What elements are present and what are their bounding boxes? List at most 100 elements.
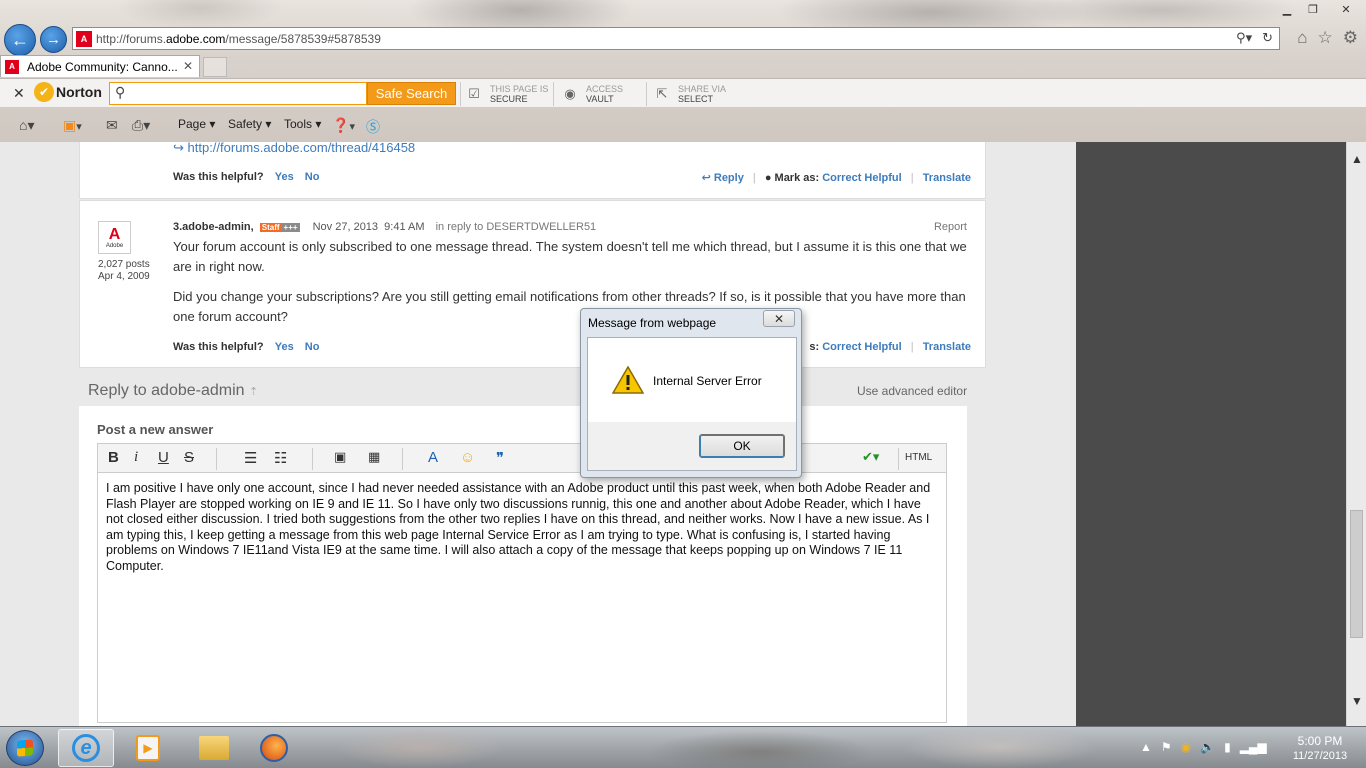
vault-icon: ◉ (564, 85, 576, 101)
mark-helpful-link[interactable]: Helpful (864, 341, 901, 353)
action-center-flag-icon[interactable]: ⚑ (1161, 740, 1172, 754)
norton-share-button[interactable]: ⇱ SHARE VIA SELECT (652, 82, 726, 105)
helpful-row: Was this helpful? Yes No (173, 341, 320, 353)
norton-search-input[interactable]: ⚲ (109, 82, 367, 105)
refresh-icon[interactable]: ↻ (1262, 30, 1273, 46)
close-window-button[interactable]: ✕ (1326, 0, 1366, 18)
power-icon[interactable]: ▮ (1224, 740, 1231, 754)
helpful-yes-link[interactable]: Yes (275, 341, 294, 353)
browser-tab[interactable]: A Adobe Community: Canno... ✕ (0, 55, 200, 77)
safe-search-button[interactable]: Safe Search (367, 82, 456, 105)
in-reply-to[interactable]: in reply to DESERTDWELLER51 (436, 221, 597, 233)
html-mode-button[interactable]: HTML (905, 452, 932, 463)
share-icon: ⇱ (656, 85, 668, 101)
network-icon[interactable]: ▂▄▆ (1240, 740, 1267, 754)
settings-gear-icon[interactable]: ⚙ (1343, 28, 1358, 48)
scroll-up-icon[interactable]: ▲ (1351, 152, 1363, 166)
taskbar-internet-explorer[interactable]: e (58, 729, 114, 767)
insert-image-icon[interactable]: ▣ (334, 449, 346, 465)
reply-link[interactable]: ↩ Reply (702, 172, 744, 184)
numbered-list-button[interactable]: ☷ (274, 449, 287, 467)
bold-button[interactable]: B (108, 449, 119, 466)
taskbar-media-player[interactable]: ▶ (120, 729, 176, 767)
reply-editor[interactable]: I am positive I have only one account, s… (97, 473, 947, 723)
mark-correct-link[interactable]: Correct (822, 172, 861, 184)
norton-vault-button[interactable]: ◉ ACCESS VAULT (560, 82, 623, 105)
norton-close-icon[interactable]: ✕ (13, 85, 25, 102)
favorites-star-icon[interactable]: ☆ (1318, 28, 1333, 48)
avatar[interactable]: A Adobe (98, 221, 131, 254)
home-icon[interactable]: ⌂ (1297, 28, 1307, 48)
clock-date: 11/27/2013 (1292, 750, 1348, 762)
taskbar-firefox[interactable] (246, 729, 302, 767)
message-paragraph: Did you change your subscriptions? Are y… (173, 289, 966, 324)
safety-menu[interactable]: Safety ▾ (228, 117, 271, 131)
ok-button[interactable]: OK (699, 434, 785, 458)
translate-link[interactable]: Translate (923, 172, 971, 184)
folder-icon (199, 736, 229, 760)
help-icon[interactable]: ❓▾ (332, 117, 355, 134)
scroll-down-icon[interactable]: ▼ (1351, 694, 1363, 708)
dialog-close-button[interactable]: ✕ (763, 310, 795, 327)
quote-icon[interactable]: ❞ (496, 449, 504, 467)
thread-link[interactable]: ↪ http://forums.adobe.com/thread/416458 (173, 142, 415, 156)
author-name[interactable]: 3.adobe-admin, (173, 221, 254, 233)
taskbar-clock[interactable]: 5:00 PM 11/27/2013 (1290, 734, 1350, 764)
underline-button[interactable]: U (158, 449, 169, 466)
norton-logo[interactable]: ✔ Norton (34, 82, 102, 102)
volume-icon[interactable]: 🔈 (1200, 740, 1215, 754)
taskbar-explorer[interactable] (186, 729, 242, 767)
mark-as-label: ● Mark as: (764, 172, 820, 184)
forward-button[interactable]: → (40, 26, 67, 53)
report-link[interactable]: Report (934, 221, 967, 233)
vertical-scrollbar[interactable]: ▲ ▼ (1346, 142, 1366, 726)
home-icon[interactable]: ⌂▾ (19, 117, 34, 134)
advanced-editor-link[interactable]: Use advanced editor (857, 384, 967, 398)
back-button[interactable]: ← (4, 24, 36, 56)
clock-time: 5:00 PM (1297, 734, 1343, 748)
insert-video-icon[interactable]: ▦ (368, 449, 380, 465)
scroll-thumb[interactable] (1350, 510, 1363, 638)
address-url[interactable]: http://forums.adobe.com/message/5878539#… (96, 32, 381, 46)
rss-feed-icon[interactable]: ▣▾ (63, 117, 82, 134)
norton-tray-icon[interactable]: ◉ (1181, 740, 1191, 754)
italic-button[interactable]: i (134, 449, 138, 466)
strikethrough-button[interactable]: S (184, 449, 194, 466)
join-date: Apr 4, 2009 (98, 271, 150, 282)
tools-menu[interactable]: Tools ▾ (284, 117, 321, 131)
text-style-icon[interactable]: A (428, 449, 438, 466)
new-tab-button[interactable] (203, 57, 227, 77)
mark-correct-link[interactable]: Correct (822, 341, 861, 353)
address-bar[interactable]: A http://forums.adobe.com/message/587853… (72, 27, 1280, 50)
share-line2: SELECT (678, 93, 714, 104)
bullet-list-button[interactable]: ☰ (244, 449, 257, 467)
helpful-yes-link[interactable]: Yes (275, 171, 294, 183)
skype-icon[interactable]: Ⓢ (366, 117, 380, 137)
staff-badge: Staff (259, 223, 282, 232)
print-icon[interactable]: ⎙▾ (132, 117, 150, 134)
start-button[interactable] (6, 730, 44, 766)
search-icon[interactable]: ⚲▾ (1236, 30, 1252, 46)
show-hidden-icons[interactable]: ▲ (1140, 740, 1152, 754)
post-new-answer-label: Post a new answer (97, 422, 214, 437)
emoticon-icon[interactable]: ☺ (460, 449, 475, 466)
tab-favicon-icon: A (5, 59, 19, 74)
norton-brand: Norton (56, 84, 102, 100)
helpful-no-link[interactable]: No (305, 341, 320, 353)
norton-toolbar: ✕ ✔ Norton ⚲ Safe Search ☑ THIS PAGE IS S… (0, 78, 1366, 108)
spellcheck-icon[interactable]: ✔▾ (862, 449, 879, 465)
norton-secure-button[interactable]: ☑ THIS PAGE IS SECURE (464, 82, 548, 105)
page-menu[interactable]: Page ▾ (178, 117, 215, 131)
back-arrow-icon: ← (11, 29, 29, 50)
restore-button[interactable]: ❐ (1300, 0, 1326, 18)
author-stats: 2,027 posts Apr 4, 2009 (98, 259, 150, 283)
mail-icon[interactable]: ✉ (106, 117, 118, 134)
mark-helpful-link[interactable]: Helpful (864, 172, 901, 184)
internet-explorer-icon: e (72, 734, 100, 762)
previous-message: ↪ http://forums.adobe.com/thread/416458 … (79, 142, 986, 199)
helpful-row: Was this helpful? Yes No (173, 171, 320, 183)
translate-link[interactable]: Translate (923, 341, 971, 353)
tab-close-icon[interactable]: ✕ (183, 59, 193, 73)
minimize-button[interactable]: ▁ (1274, 0, 1300, 18)
helpful-no-link[interactable]: No (305, 171, 320, 183)
